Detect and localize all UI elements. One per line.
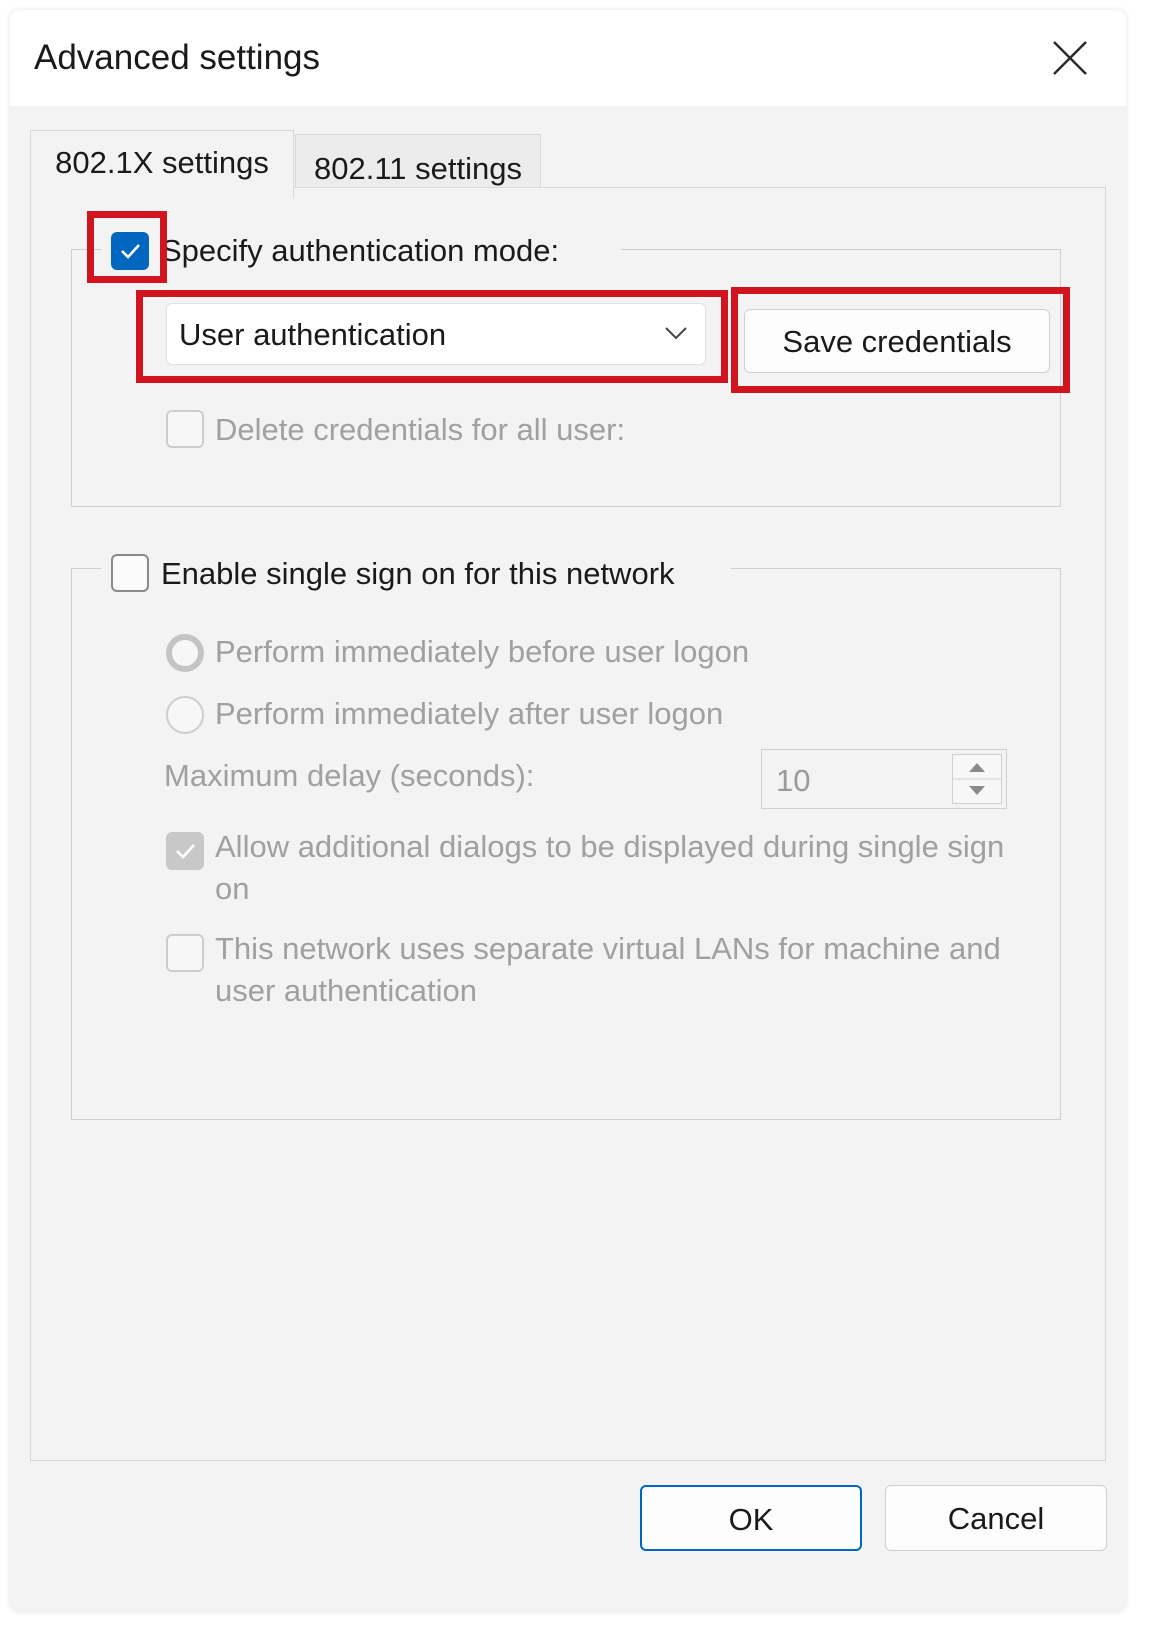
close-button[interactable] (1038, 30, 1102, 86)
ok-button[interactable]: OK (640, 1485, 862, 1551)
max-delay-value: 10 (776, 763, 811, 798)
auth-mode-value: User authentication (179, 317, 447, 352)
separate-vlans-checkbox[interactable] (166, 934, 204, 972)
enable-sso-checkbox[interactable] (111, 554, 149, 592)
auth-mode-dropdown[interactable]: User authentication (166, 303, 706, 365)
delete-credentials-label: Delete credentials for all user: (215, 412, 626, 447)
max-delay-spin-buttons[interactable] (952, 754, 1002, 804)
separate-vlans-label: This network uses separate virtual LANs … (215, 931, 1001, 1008)
enable-sso-label: Enable single sign on for this network (161, 556, 675, 591)
check-icon (121, 244, 140, 259)
tab-panel: Specify authentication mode: User authen… (30, 187, 1106, 1461)
chevron-down-icon (665, 327, 687, 340)
dialog-title: Advanced settings (34, 38, 321, 77)
save-credentials-button[interactable]: Save credentials (744, 309, 1050, 373)
before-logon-radio[interactable] (166, 634, 204, 672)
advanced-settings-dialog: Advanced settings 802.11 settings 802.1X… (10, 10, 1126, 1612)
allow-dialogs-checkbox[interactable] (166, 832, 204, 870)
tab-802-1x-settings[interactable]: 802.1X settings (30, 130, 294, 198)
max-delay-stepper[interactable]: 10 (761, 749, 1007, 809)
check-icon (176, 844, 195, 859)
spin-arrows-icon (952, 754, 1002, 804)
cancel-button[interactable]: Cancel (885, 1485, 1107, 1551)
after-logon-label: Perform immediately after user logon (215, 696, 724, 731)
delete-credentials-checkbox[interactable] (166, 410, 204, 448)
after-logon-radio[interactable] (166, 696, 204, 734)
allow-dialogs-label: Allow additional dialogs to be displayed… (215, 829, 1005, 906)
specify-auth-mode-checkbox[interactable] (111, 232, 149, 270)
specify-auth-mode-label: Specify authentication mode: (161, 233, 560, 268)
title-bar: Advanced settings (10, 10, 1126, 106)
max-delay-label: Maximum delay (seconds): (164, 758, 535, 793)
auth-mode-group (71, 249, 1061, 507)
close-icon (1053, 41, 1087, 75)
before-logon-label: Perform immediately before user logon (215, 634, 750, 669)
